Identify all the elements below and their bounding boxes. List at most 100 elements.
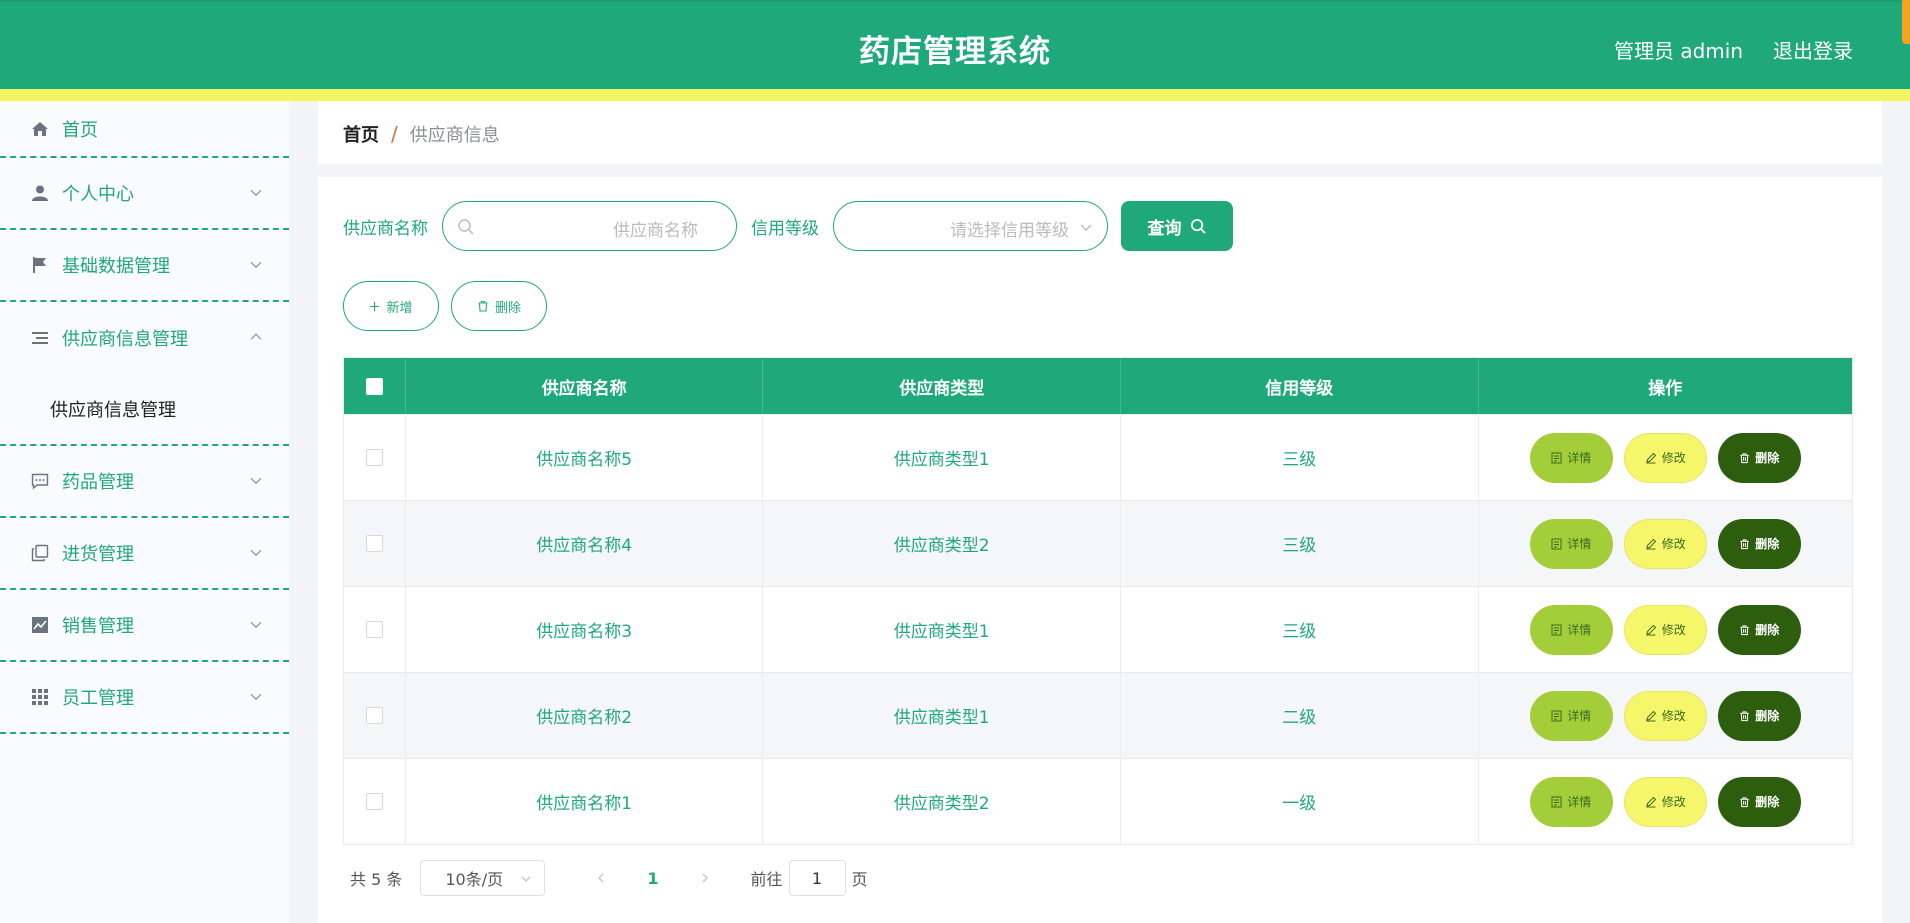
delete-button[interactable]: 删除 xyxy=(1717,690,1801,741)
goto-page-input[interactable] xyxy=(788,860,846,896)
prev-page-button[interactable] xyxy=(595,872,607,884)
query-button[interactable]: 查询 xyxy=(1121,201,1233,251)
delete-button[interactable]: 删除 xyxy=(1717,604,1801,655)
sidebar-item-sales-management[interactable]: 销售管理 xyxy=(0,590,289,662)
supplier-name-input[interactable]: 供应商名称 xyxy=(442,201,737,251)
trash-icon xyxy=(1740,710,1749,721)
plus-icon xyxy=(370,301,380,311)
row-checkbox[interactable] xyxy=(365,793,383,810)
header-select-all-cell xyxy=(344,358,406,414)
breadcrumb-current: 供应商信息 xyxy=(409,125,500,146)
document-icon xyxy=(1551,452,1562,463)
row-checkbox[interactable] xyxy=(365,707,383,724)
search-form: 供应商名称 供应商名称 信用等级 请选择信用等级 查询 xyxy=(343,201,1233,251)
batch-delete-button[interactable]: 删除 xyxy=(451,281,547,331)
message-icon xyxy=(30,471,50,491)
sidebar-submenu-header[interactable]: 供应商信息管理 xyxy=(0,302,289,374)
detail-button-label: 详情 xyxy=(1567,451,1592,465)
copy-icon xyxy=(30,543,50,563)
edit-button[interactable]: 修改 xyxy=(1623,604,1707,655)
trash-icon xyxy=(1740,624,1749,635)
cell-supplier-type: 供应商类型1 xyxy=(763,673,1121,758)
row-checkbox[interactable] xyxy=(365,535,383,552)
goto-prefix: 前往 xyxy=(750,870,783,889)
chevron-down-icon xyxy=(250,621,262,629)
cell-supplier-name: 供应商名称3 xyxy=(406,587,764,672)
column-header-supplier-type[interactable]: 供应商类型 xyxy=(763,358,1121,414)
pagination: 共 5 条 10条/页 1 前往 页 xyxy=(350,860,868,896)
next-page-button[interactable] xyxy=(699,872,711,884)
credit-level-select[interactable]: 请选择信用等级 xyxy=(833,201,1108,251)
detail-button[interactable]: 详情 xyxy=(1529,518,1613,569)
edit-button-label: 修改 xyxy=(1661,795,1686,809)
home-icon xyxy=(30,119,50,139)
breadcrumb-home[interactable]: 首页 xyxy=(343,121,379,147)
admin-user-label[interactable]: 管理员 admin xyxy=(1614,35,1743,64)
document-icon xyxy=(1551,538,1562,549)
table-body: 供应商名称5 供应商类型1 三级 详情 修改 删除 供应商名称4 供应商类型2 三级 详情 修改 删除… xyxy=(344,414,1852,844)
logout-button[interactable]: 退出登录 xyxy=(1773,35,1853,64)
sidebar-item-drug-management[interactable]: 药品管理 xyxy=(0,446,289,518)
table-row: 供应商名称1 供应商类型2 一级 详情 修改 删除 xyxy=(344,758,1852,844)
search-icon xyxy=(1190,218,1206,234)
table-row: 供应商名称2 供应商类型1 二级 详情 修改 删除 xyxy=(344,672,1852,758)
detail-button[interactable]: 详情 xyxy=(1529,776,1613,827)
pencil-icon xyxy=(1646,796,1656,807)
delete-button[interactable]: 删除 xyxy=(1717,518,1801,569)
row-select-cell xyxy=(344,587,406,672)
page-number-current[interactable]: 1 xyxy=(647,869,658,888)
sidebar-item-home[interactable]: 首页 xyxy=(0,101,289,158)
pagination-total: 共 5 条 xyxy=(350,870,403,889)
row-checkbox[interactable] xyxy=(365,621,383,638)
delete-button[interactable]: 删除 xyxy=(1717,776,1801,827)
column-header-supplier-name[interactable]: 供应商名称 xyxy=(406,358,764,414)
sidebar-item-supplier-management: 供应商信息管理 供应商信息管理 xyxy=(0,302,289,446)
sidebar-item-personal-center[interactable]: 个人中心 xyxy=(0,158,289,230)
header-yellow-strip xyxy=(0,89,1910,101)
cell-supplier-type: 供应商类型2 xyxy=(763,759,1121,844)
sidebar-item-label: 首页 xyxy=(62,119,98,141)
pencil-icon xyxy=(1646,710,1656,721)
delete-button-label: 删除 xyxy=(1755,795,1780,809)
cell-supplier-name: 供应商名称2 xyxy=(406,673,764,758)
list-icon xyxy=(30,328,50,348)
table-header-row: 供应商名称 供应商类型 信用等级 操作 xyxy=(344,358,1852,414)
cell-operations: 详情 修改 删除 xyxy=(1479,673,1853,758)
select-all-checkbox[interactable] xyxy=(365,377,383,395)
sidebar-item-label: 员工管理 xyxy=(62,688,134,709)
delete-button[interactable]: 删除 xyxy=(1717,432,1801,483)
page-size-select[interactable]: 10条/页 xyxy=(420,860,546,896)
edit-button[interactable]: 修改 xyxy=(1623,690,1707,741)
detail-button-label: 详情 xyxy=(1567,795,1592,809)
detail-button-label: 详情 xyxy=(1567,709,1592,723)
sidebar-item-purchase-management[interactable]: 进货管理 xyxy=(0,518,289,590)
detail-button[interactable]: 详情 xyxy=(1529,432,1613,483)
sidebar-subitem-supplier-info[interactable]: 供应商信息管理 xyxy=(0,374,176,444)
add-button[interactable]: 新增 xyxy=(343,281,439,331)
detail-button[interactable]: 详情 xyxy=(1529,604,1613,655)
edit-button-label: 修改 xyxy=(1661,709,1686,723)
cell-operations: 详情 修改 删除 xyxy=(1479,759,1853,844)
edit-button[interactable]: 修改 xyxy=(1623,518,1707,569)
edit-button[interactable]: 修改 xyxy=(1623,776,1707,827)
row-select-cell xyxy=(344,501,406,586)
trash-icon xyxy=(1740,796,1749,807)
edit-button-label: 修改 xyxy=(1661,537,1686,551)
sidebar-item-staff-management[interactable]: 员工管理 xyxy=(0,662,289,734)
detail-button-label: 详情 xyxy=(1567,623,1592,637)
cell-supplier-name: 供应商名称1 xyxy=(406,759,764,844)
edit-button[interactable]: 修改 xyxy=(1623,432,1707,483)
sidebar-item-basic-data[interactable]: 基础数据管理 xyxy=(0,230,289,302)
edit-button-label: 修改 xyxy=(1661,623,1686,637)
goto-suffix: 页 xyxy=(851,870,868,889)
row-checkbox[interactable] xyxy=(365,449,383,466)
sidebar-item-label: 基础数据管理 xyxy=(62,256,170,277)
document-icon xyxy=(1551,710,1562,721)
chevron-up-icon xyxy=(250,333,262,340)
credit-level-label: 信用等级 xyxy=(751,218,819,239)
sidebar-item-label: 销售管理 xyxy=(62,616,134,637)
detail-button[interactable]: 详情 xyxy=(1529,690,1613,741)
cell-credit-level: 三级 xyxy=(1121,415,1479,500)
batch-delete-label: 删除 xyxy=(494,300,521,316)
column-header-credit-level[interactable]: 信用等级 xyxy=(1121,358,1479,414)
